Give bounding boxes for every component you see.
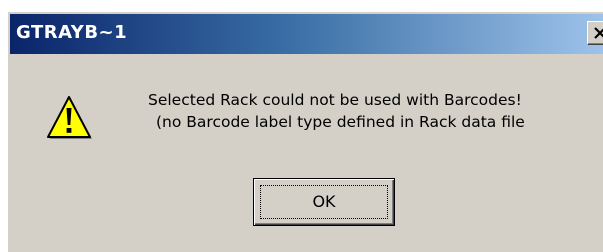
close-icon	[594, 27, 603, 39]
warning-icon	[47, 96, 92, 139]
message-line-1: Selected Rack could not be used with Bar…	[148, 91, 522, 109]
message-line-2: (no Barcode label type defined in Rack d…	[156, 113, 525, 131]
title-bar[interactable]: GTRAYB~1	[10, 14, 603, 54]
ok-button[interactable]: OK	[253, 178, 395, 226]
ok-button-label: OK	[312, 192, 336, 211]
window-title: GTRAYB~1	[16, 22, 128, 43]
message-dialog: GTRAYB~1 Selected Rack could not be used…	[6, 10, 603, 252]
close-button[interactable]	[587, 21, 603, 45]
